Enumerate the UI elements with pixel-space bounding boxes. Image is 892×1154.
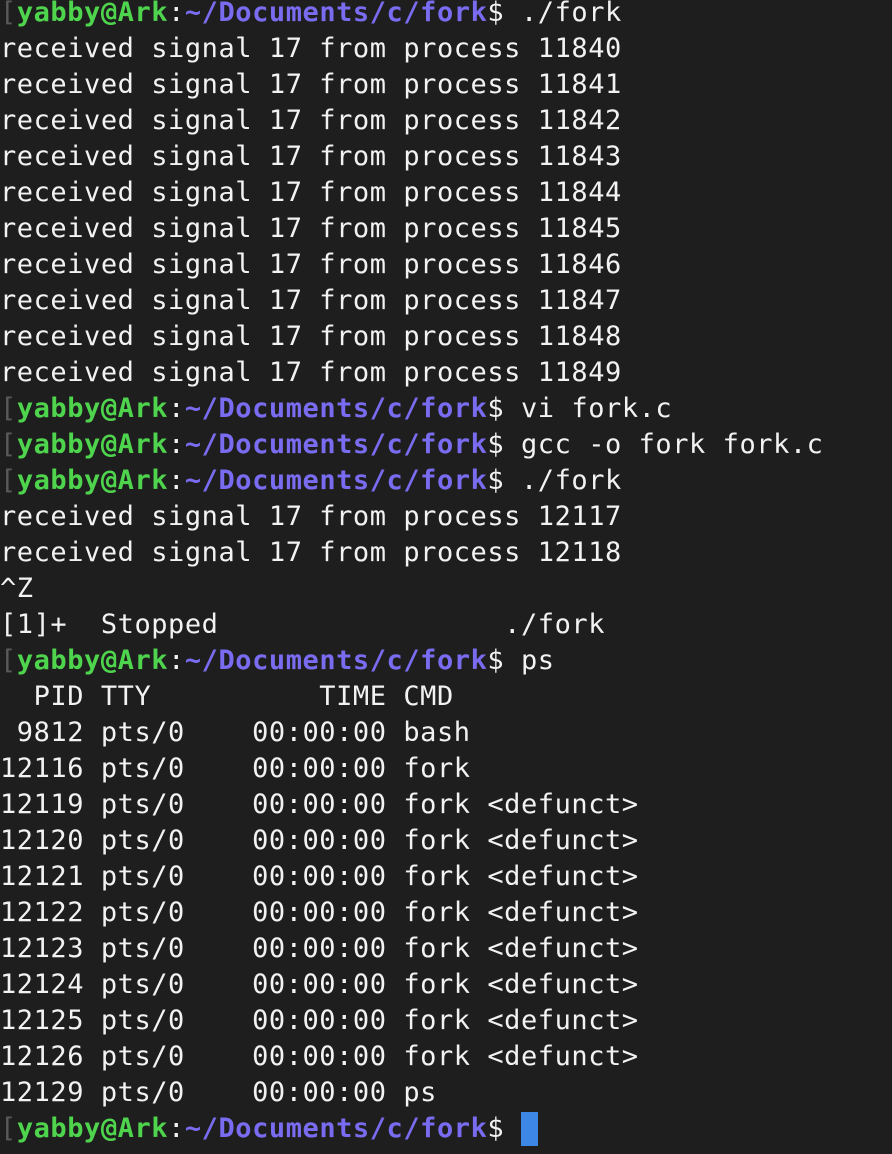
prompt-user-host: yabby@Ark (16, 1113, 169, 1144)
output-line: received signal 17 from process 11840 (0, 33, 622, 64)
prompt-path: ~/Documents/c/fork (184, 429, 488, 460)
prompt-path: ~/Documents/c/fork (184, 393, 488, 424)
prompt-line: [yabby@Ark:~/Documents/c/fork$ ps (0, 643, 555, 679)
prompt-path: ~/Documents/c/fork (184, 0, 488, 28)
output-line: 12119 pts/0 00:00:00 fork <defunct> (0, 789, 639, 820)
output-line: received signal 17 from process 11841 (0, 69, 622, 100)
output-line: 12123 pts/0 00:00:00 fork <defunct> (0, 933, 639, 964)
terminal-window[interactable]: [yabby@Ark:~/Documents/c/fork$ ./fork rec… (0, 0, 892, 1154)
command-text: ./fork (504, 0, 622, 28)
prompt-dollar: $ (487, 645, 505, 676)
prompt-line: [yabby@Ark:~/Documents/c/fork$ ./fork (0, 0, 622, 31)
prompt-bracket: [ (0, 0, 17, 28)
prompt-colon: : (168, 429, 185, 460)
output-line: 12129 pts/0 00:00:00 ps (0, 1077, 437, 1108)
prompt-path: ~/Documents/c/fork (184, 645, 488, 676)
command-text: ps (504, 645, 555, 676)
output-line: 9812 pts/0 00:00:00 bash (0, 717, 471, 748)
output-line: received signal 17 from process 11844 (0, 177, 622, 208)
prompt-bracket: [ (0, 393, 17, 424)
prompt-dollar: $ (487, 0, 505, 28)
output-line: ^Z (0, 573, 34, 604)
prompt-bracket: [ (0, 1113, 17, 1144)
command-text: gcc -o fork fork.c (504, 429, 824, 460)
output-line: received signal 17 from process 11843 (0, 141, 622, 172)
output-line: received signal 17 from process 11845 (0, 213, 622, 244)
output-line: 12121 pts/0 00:00:00 fork <defunct> (0, 861, 639, 892)
prompt-bracket: [ (0, 429, 17, 460)
text-cursor[interactable] (521, 1112, 538, 1146)
output-line: 12116 pts/0 00:00:00 fork (0, 753, 471, 784)
command-text: vi fork.c (504, 393, 673, 424)
prompt-line: [yabby@Ark:~/Documents/c/fork$ vi fork.c (0, 391, 672, 427)
output-line: 12125 pts/0 00:00:00 fork <defunct> (0, 1005, 639, 1036)
prompt-colon: : (168, 465, 185, 496)
prompt-path: ~/Documents/c/fork (184, 1113, 488, 1144)
output-line: received signal 17 from process 11842 (0, 105, 622, 136)
prompt-path: ~/Documents/c/fork (184, 465, 488, 496)
output-line: 12120 pts/0 00:00:00 fork <defunct> (0, 825, 639, 856)
prompt-dollar: $ (487, 465, 505, 496)
prompt-user-host: yabby@Ark (16, 429, 169, 460)
prompt-dollar: $ (487, 393, 505, 424)
command-text (504, 1113, 521, 1144)
prompt-line: [yabby@Ark:~/Documents/c/fork$ gcc -o fo… (0, 427, 824, 463)
output-line: received signal 17 from process 11849 (0, 357, 622, 388)
prompt-user-host: yabby@Ark (16, 645, 169, 676)
prompt-line: [yabby@Ark:~/Documents/c/fork$ ./fork (0, 463, 622, 499)
output-line: received signal 17 from process 11847 (0, 285, 622, 316)
output-line: 12122 pts/0 00:00:00 fork <defunct> (0, 897, 639, 928)
output-line: PID TTY TIME CMD (0, 681, 454, 712)
prompt-user-host: yabby@Ark (16, 0, 169, 28)
output-line: received signal 17 from process 12117 (0, 501, 622, 532)
prompt-bracket: [ (0, 465, 17, 496)
prompt-colon: : (168, 0, 185, 28)
prompt-user-host: yabby@Ark (16, 393, 169, 424)
prompt-user-host: yabby@Ark (16, 465, 169, 496)
prompt-line: [yabby@Ark:~/Documents/c/fork$ (0, 1111, 538, 1147)
output-line: 12126 pts/0 00:00:00 fork <defunct> (0, 1041, 639, 1072)
output-line: received signal 17 from process 12118 (0, 537, 622, 568)
prompt-colon: : (168, 393, 185, 424)
prompt-colon: : (168, 1113, 185, 1144)
prompt-colon: : (168, 645, 185, 676)
output-line: received signal 17 from process 11848 (0, 321, 622, 352)
prompt-dollar: $ (487, 1113, 505, 1144)
command-text: ./fork (504, 465, 622, 496)
prompt-bracket: [ (0, 645, 17, 676)
prompt-dollar: $ (487, 429, 505, 460)
output-line: received signal 17 from process 11846 (0, 249, 622, 280)
output-line: 12124 pts/0 00:00:00 fork <defunct> (0, 969, 639, 1000)
output-line: [1]+ Stopped ./fork (0, 609, 605, 640)
